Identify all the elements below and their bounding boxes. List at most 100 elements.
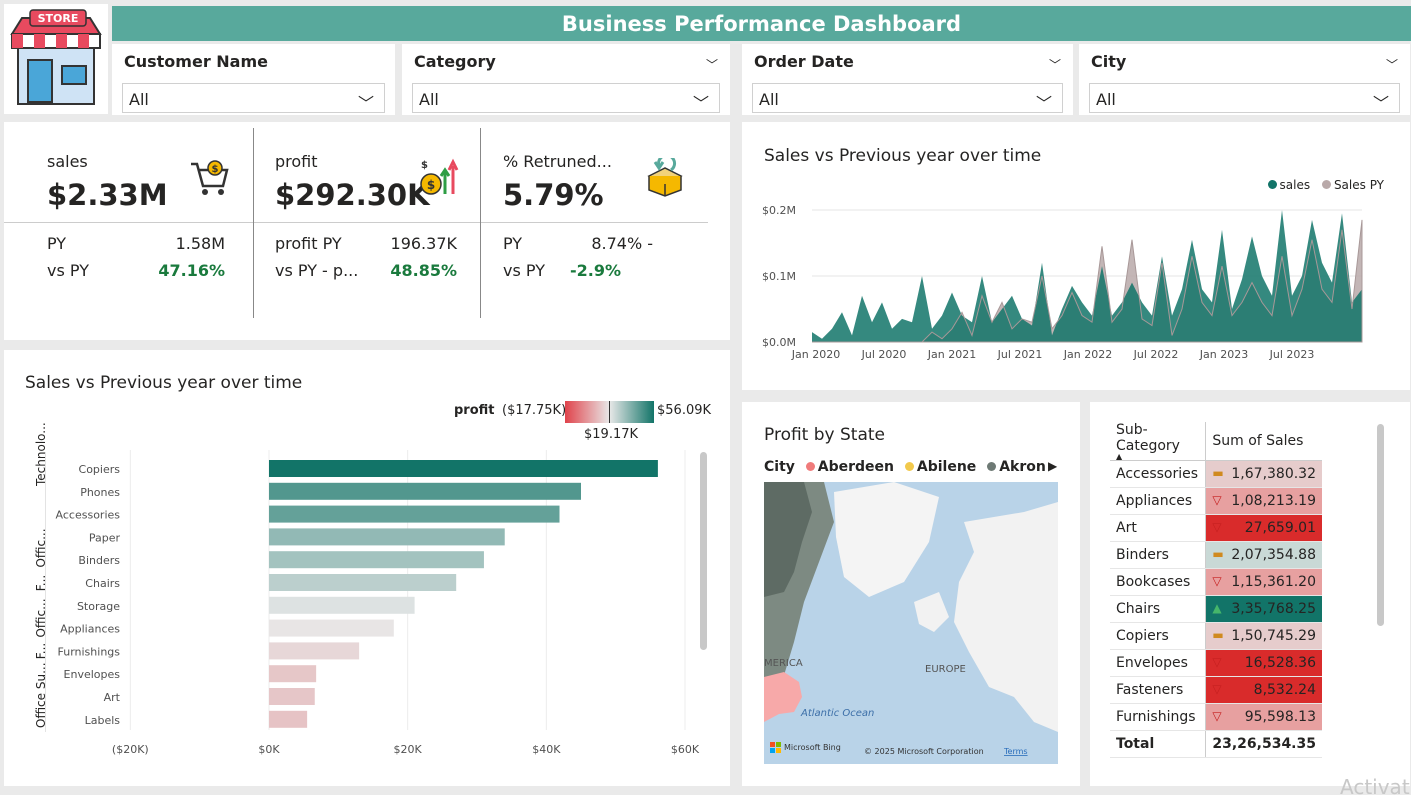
total-label: Total <box>1110 730 1206 758</box>
table-row[interactable]: Chairs ▲ 3,35,768.25 <box>1110 595 1322 623</box>
profit-by-state-map[interactable]: Profit by State City Aberdeen Abilene Ak… <box>742 402 1080 786</box>
kpi-name: % Retruned... <box>503 152 612 171</box>
gradient-min-label: ($17.75K) <box>502 403 567 418</box>
category-label: Appliances <box>60 623 120 636</box>
chart-legend: sales Sales PY <box>1267 178 1384 192</box>
legend-swatch-py <box>1321 180 1331 189</box>
bing-logo: Microsoft Bing <box>784 743 841 752</box>
bar <box>269 596 415 614</box>
x-tick-label: Jul 2020 <box>861 348 907 361</box>
sales-value: 1,67,380.32 <box>1231 466 1316 482</box>
money-growth-icon: $ $ <box>417 158 459 205</box>
sales-value: 8,532.24 <box>1253 682 1316 698</box>
arrow-up-icon: ▲ <box>1212 601 1222 615</box>
svg-text:$: $ <box>421 160 428 171</box>
column-header-subcategory[interactable]: Sub-Category ▲ <box>1110 422 1206 461</box>
map-legend-item: Abilene <box>916 459 977 475</box>
map-copyright: © 2025 Microsoft Corporation <box>864 747 984 756</box>
y-tick-label: $0.2M <box>762 204 796 217</box>
table-row[interactable]: Furnishings ▽ 95,598.13 <box>1110 703 1322 731</box>
subcategory-cell: Copiers <box>1110 622 1206 650</box>
x-tick-label: Jan 2022 <box>1063 348 1112 361</box>
sales-value: 3,35,768.25 <box>1231 601 1316 617</box>
category-label: Accessories <box>56 509 121 522</box>
table-row[interactable]: Copiers ▬ 1,50,745.29 <box>1110 622 1322 650</box>
sales-value: 1,08,213.19 <box>1231 493 1316 509</box>
map-legend: City Aberdeen Abilene Akron <box>764 459 1046 475</box>
subcategory-cell: Appliances <box>1110 487 1206 515</box>
slicer-value: All <box>419 90 439 109</box>
chevron-down-icon[interactable]: ﹀ <box>706 56 718 73</box>
slicer-category[interactable]: Category ﹀ All ﹀ <box>402 44 730 115</box>
arrow-down-icon: ▽ <box>1212 709 1222 723</box>
map-canvas[interactable]: MERICA EUROPE Atlantic Ocean Microsoft B… <box>764 482 1058 764</box>
map-label-america: MERICA <box>764 658 803 669</box>
legend-label-sales: sales <box>1279 178 1311 192</box>
svg-text:$: $ <box>427 178 435 192</box>
map-legend-label: City <box>764 459 795 475</box>
table-row[interactable]: Binders ▬ 2,07,354.88 <box>1110 541 1322 569</box>
category-label: Chairs <box>85 577 120 590</box>
table-row[interactable]: Accessories ▬ 1,67,380.32 <box>1110 460 1322 488</box>
return-box-icon <box>645 153 685 205</box>
x-tick-label: Jul 2023 <box>1269 348 1315 361</box>
category-label: Binders <box>78 554 120 567</box>
category-label: Phones <box>80 486 120 499</box>
kpi-py-label: PY <box>47 234 67 253</box>
slicer-value: All <box>129 90 149 109</box>
chart-title: Sales vs Previous year over time <box>25 373 303 393</box>
gradient-max-label: $56.09K <box>657 403 712 418</box>
slicer-dropdown[interactable]: All ﹀ <box>752 83 1063 113</box>
arrow-down-icon: ▽ <box>1212 655 1222 669</box>
sales-cell: ▽ 95,598.13 <box>1205 703 1322 731</box>
table-row[interactable]: Envelopes ▽ 16,528.36 <box>1110 649 1322 677</box>
slicer-dropdown[interactable]: All ﹀ <box>412 83 720 113</box>
sales-vs-py-line-chart[interactable]: Sales vs Previous year over time sales S… <box>742 122 1410 390</box>
slicer-city[interactable]: City ﹀ All ﹀ <box>1079 44 1410 115</box>
subcategory-cell: Bookcases <box>1110 568 1206 596</box>
slicer-label: City <box>1091 52 1127 71</box>
scrollbar[interactable] <box>700 452 707 650</box>
sales-value: 95,598.13 <box>1244 709 1316 725</box>
profit-by-subcategory-bar-chart[interactable]: Sales vs Previous year over time profit … <box>4 350 730 786</box>
kpi-vs-value: 47.16% <box>158 261 225 280</box>
slicer-customer-name[interactable]: Customer Name All ﹀ <box>112 44 395 115</box>
legend-swatch-sales <box>1267 180 1277 189</box>
slicer-label: Customer Name <box>124 52 268 71</box>
bar-chart-plot: ($20K) $0K $20K $40K $60K Copiers Phones Access… <box>56 450 700 756</box>
sales-cell: ▽ 1,15,361.20 <box>1205 568 1322 596</box>
sales-cell: ▽ 8,532.24 <box>1205 676 1322 704</box>
map-legend-item: Akron <box>999 459 1046 475</box>
bar <box>269 551 484 569</box>
x-tick-label: $0K <box>258 743 280 756</box>
scrollbar[interactable] <box>1377 424 1384 626</box>
table-row[interactable]: Art ▽ 27,659.01 <box>1110 514 1322 542</box>
sales-by-subcategory-table[interactable]: Sub-Category ▲ Sum of Sales Accessories ▬ 1… <box>1090 402 1410 786</box>
table-row[interactable]: Fasteners ▽ 8,532.24 <box>1110 676 1322 704</box>
chevron-down-icon: ﹀ <box>1035 94 1052 113</box>
slicer-order-date[interactable]: Order Date ﹀ All ﹀ <box>742 44 1073 115</box>
x-tick-label: Jan 2021 <box>927 348 976 361</box>
category-label: Furnishings <box>58 645 121 658</box>
kpi-py-value: 8.74% - <box>591 234 653 253</box>
slicer-value: All <box>759 90 779 109</box>
arrow-down-icon: ▽ <box>1212 682 1222 696</box>
x-tick-label: $20K <box>394 743 423 756</box>
category-label: Art <box>104 691 121 704</box>
kpi-py-value: 196.37K <box>390 234 457 253</box>
legend-next-arrow-icon[interactable]: ▶ <box>1048 459 1057 473</box>
y-tick-label: $0.1M <box>762 270 796 283</box>
slicer-dropdown[interactable]: All ﹀ <box>1089 83 1400 113</box>
category-label: Paper <box>89 531 121 544</box>
arrow-down-icon: ▽ <box>1212 520 1222 534</box>
slicer-dropdown[interactable]: All ﹀ <box>122 83 385 113</box>
chevron-down-icon[interactable]: ﹀ <box>1049 56 1061 73</box>
subcategory-cell: Art <box>1110 514 1206 542</box>
table-row[interactable]: Appliances ▽ 1,08,213.19 <box>1110 487 1322 515</box>
column-header-sum-of-sales[interactable]: Sum of Sales <box>1205 422 1322 461</box>
gradient-legend-label: profit <box>454 403 495 418</box>
kpi-vs-label: vs PY <box>47 261 89 280</box>
chevron-down-icon: ﹀ <box>357 94 374 113</box>
table-row[interactable]: Bookcases ▽ 1,15,361.20 <box>1110 568 1322 596</box>
chevron-down-icon[interactable]: ﹀ <box>1386 56 1398 73</box>
